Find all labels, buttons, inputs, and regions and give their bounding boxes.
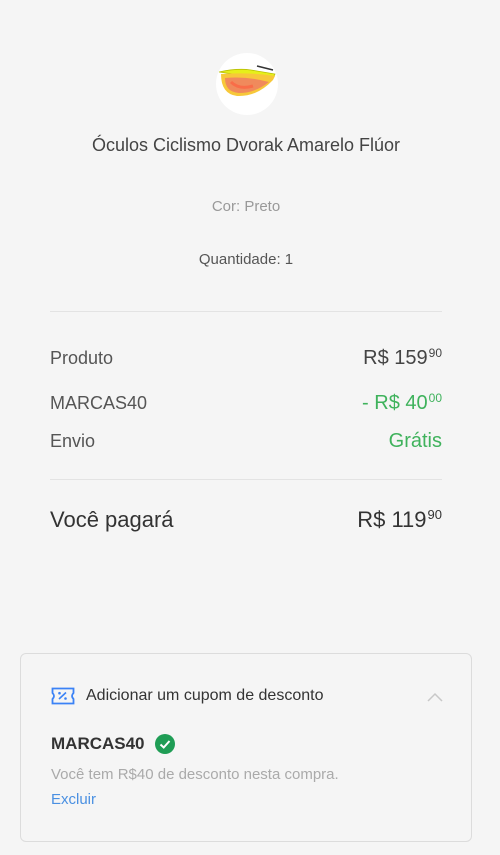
ticket-percent-icon	[51, 687, 75, 705]
coupon-card: Adicionar um cupom de desconto MARCAS40 …	[20, 653, 472, 842]
divider	[50, 311, 442, 312]
summary-row-product: Produto R$ 15990	[50, 346, 442, 370]
total-label: Você pagará	[50, 507, 174, 532]
coupon-code: MARCAS40	[51, 734, 145, 753]
summary-label: MARCAS40	[50, 393, 148, 413]
product-name: Óculos Ciclismo Dvorak Amarelo Flúor	[91, 135, 401, 155]
coupon-description: Você tem R$40 de desconto nesta compra.	[51, 766, 339, 783]
coupon-toggle[interactable]: Adicionar um cupom de desconto	[51, 687, 323, 705]
product-quantity: Quantidade: 1	[198, 251, 294, 268]
summary-row-total: Você pagará R$ 11990	[50, 507, 442, 533]
divider	[50, 479, 442, 480]
summary-label: Envio	[50, 431, 96, 451]
chevron-up-icon[interactable]	[427, 692, 443, 702]
summary-price: R$ 15990	[363, 346, 442, 369]
product-image	[216, 53, 278, 115]
remove-coupon-link[interactable]: Excluir	[51, 791, 96, 808]
summary-discount-price: - R$ 4000	[362, 391, 442, 414]
summary-row-shipping: Envio Grátis	[50, 430, 442, 453]
check-circle-icon	[154, 734, 175, 754]
shipping-value: Grátis	[388, 430, 442, 452]
product-color: Cor: Preto	[211, 198, 281, 215]
checkout-summary-page: Óculos Ciclismo Dvorak Amarelo Flúor Cor…	[0, 0, 500, 855]
applied-coupon: MARCAS40	[51, 734, 175, 754]
sunglasses-icon	[218, 65, 276, 97]
coupon-title: Adicionar um cupom de desconto	[86, 687, 324, 704]
summary-row-discount: MARCAS40 - R$ 4000	[50, 391, 442, 415]
summary-label: Produto	[50, 348, 114, 368]
total-price: R$ 11990	[357, 507, 442, 532]
